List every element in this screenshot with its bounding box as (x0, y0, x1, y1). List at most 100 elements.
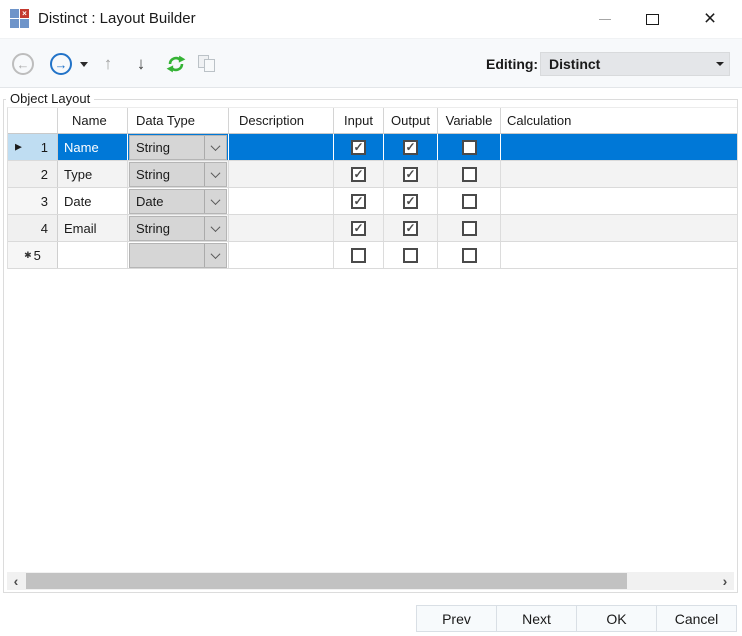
table-row[interactable]: ▶1NameString ✓ ✓ (8, 134, 737, 161)
column-header-calculation[interactable]: Calculation (501, 108, 737, 133)
close-button[interactable]: × (687, 0, 733, 38)
ok-button[interactable]: OK (576, 605, 657, 632)
chevron-down-icon (204, 244, 226, 267)
name-cell[interactable] (58, 242, 128, 268)
description-cell[interactable] (229, 161, 334, 187)
variable-checkbox[interactable] (462, 167, 477, 182)
data-type-dropdown[interactable]: String (129, 135, 227, 160)
calculation-cell[interactable] (501, 215, 737, 241)
output-checkbox[interactable]: ✓ (403, 194, 418, 209)
output-checkbox[interactable]: ✓ (403, 140, 418, 155)
calculation-cell[interactable] (501, 134, 737, 160)
variable-checkbox[interactable] (462, 221, 477, 236)
next-button[interactable]: Next (496, 605, 577, 632)
refresh-button[interactable] (164, 39, 188, 89)
variable-cell (438, 215, 501, 241)
column-header-data-type[interactable]: Data Type (128, 108, 229, 133)
column-header-description[interactable]: Description (229, 108, 334, 133)
maximize-button[interactable] (629, 0, 675, 38)
name-cell[interactable]: Type (58, 161, 128, 187)
calculation-cell[interactable] (501, 242, 737, 268)
chevron-down-icon (204, 163, 226, 186)
variable-checkbox[interactable] (462, 194, 477, 209)
output-checkbox[interactable] (403, 248, 418, 263)
variable-cell (438, 134, 501, 160)
down-arrow-icon: ↓ (137, 54, 146, 74)
input-checkbox[interactable]: ✓ (351, 167, 366, 182)
name-cell[interactable]: Email (58, 215, 128, 241)
group-label: Object Layout (6, 91, 94, 106)
table-row[interactable]: 2TypeString ✓ ✓ (8, 161, 737, 188)
editing-value: Distinct (541, 56, 711, 72)
input-checkbox[interactable]: ✓ (351, 140, 366, 155)
column-header-name[interactable]: Name (58, 108, 128, 133)
row-header[interactable]: 3 (8, 188, 58, 214)
caret-down-icon (80, 62, 88, 67)
move-down-button[interactable]: ↓ (132, 39, 150, 89)
close-icon: × (704, 7, 716, 31)
row-header[interactable]: 4 (8, 215, 58, 241)
output-checkbox[interactable]: ✓ (403, 221, 418, 236)
description-cell[interactable] (229, 134, 334, 160)
data-type-dropdown[interactable] (129, 243, 227, 268)
input-cell: ✓ (334, 215, 384, 241)
data-type-dropdown[interactable]: String (129, 216, 227, 241)
scroll-left-button[interactable]: ‹ (7, 572, 25, 590)
column-header-input[interactable]: Input (334, 108, 384, 133)
data-type-value: String (130, 221, 204, 236)
output-cell (384, 242, 438, 268)
output-checkbox[interactable]: ✓ (403, 167, 418, 182)
data-type-dropdown[interactable]: Date (129, 189, 227, 214)
scrollbar-thumb[interactable] (26, 573, 627, 589)
description-cell[interactable] (229, 242, 334, 268)
layout-grid: Name Data Type Description Input Output … (7, 107, 737, 269)
row-header[interactable]: ▶1 (8, 134, 58, 160)
forward-dropdown-button[interactable] (78, 39, 90, 89)
horizontal-scrollbar[interactable]: ‹ › (7, 572, 734, 590)
data-type-cell (128, 242, 229, 268)
editing-dropdown[interactable]: Distinct (540, 52, 730, 76)
variable-cell (438, 242, 501, 268)
forward-button[interactable]: → (50, 39, 72, 89)
title-bar: × Distinct : Layout Builder × (0, 0, 742, 38)
variable-checkbox[interactable] (462, 248, 477, 263)
calculation-cell[interactable] (501, 161, 737, 187)
window-title: Distinct : Layout Builder (38, 0, 196, 38)
copy-layout-button[interactable] (196, 39, 218, 89)
chevron-down-icon (711, 62, 729, 66)
row-number: 5 (34, 248, 41, 263)
move-up-button[interactable]: ↑ (99, 39, 117, 89)
grid-corner-header[interactable] (8, 108, 58, 133)
row-header[interactable]: ✱5 (8, 242, 58, 268)
input-checkbox[interactable] (351, 248, 366, 263)
app-icon-tile (10, 19, 19, 28)
row-header[interactable]: 2 (8, 161, 58, 187)
column-header-variable[interactable]: Variable (438, 108, 501, 133)
data-type-value: String (130, 140, 204, 155)
description-cell[interactable] (229, 188, 334, 214)
output-cell: ✓ (384, 161, 438, 187)
back-button[interactable]: ← (12, 39, 34, 89)
table-row[interactable]: 4 EmailString ✓ ✓ (8, 215, 737, 242)
table-row[interactable]: 3DateDate✓✓ (8, 188, 737, 215)
prev-button[interactable]: Prev (416, 605, 497, 632)
description-cell[interactable] (229, 215, 334, 241)
calculation-cell[interactable] (501, 188, 737, 214)
input-checkbox[interactable]: ✓ (351, 221, 366, 236)
up-arrow-icon: ↑ (104, 54, 113, 74)
row-number: 4 (41, 221, 48, 236)
data-type-dropdown[interactable]: String (129, 162, 227, 187)
grid-body: ▶1NameString✓✓2TypeString✓✓3DateDate✓✓4E… (8, 134, 737, 269)
scroll-right-button[interactable]: › (716, 572, 734, 590)
data-type-value: Date (130, 194, 204, 209)
variable-cell (438, 161, 501, 187)
column-header-output[interactable]: Output (384, 108, 438, 133)
name-cell[interactable]: Name (58, 134, 128, 160)
name-cell[interactable]: Date (58, 188, 128, 214)
footer-buttons: Prev Next OK Cancel (416, 605, 737, 632)
minimize-button[interactable] (582, 0, 628, 38)
input-checkbox[interactable]: ✓ (351, 194, 366, 209)
variable-checkbox[interactable] (462, 140, 477, 155)
cancel-button[interactable]: Cancel (656, 605, 737, 632)
table-row[interactable]: ✱5 (8, 242, 737, 269)
